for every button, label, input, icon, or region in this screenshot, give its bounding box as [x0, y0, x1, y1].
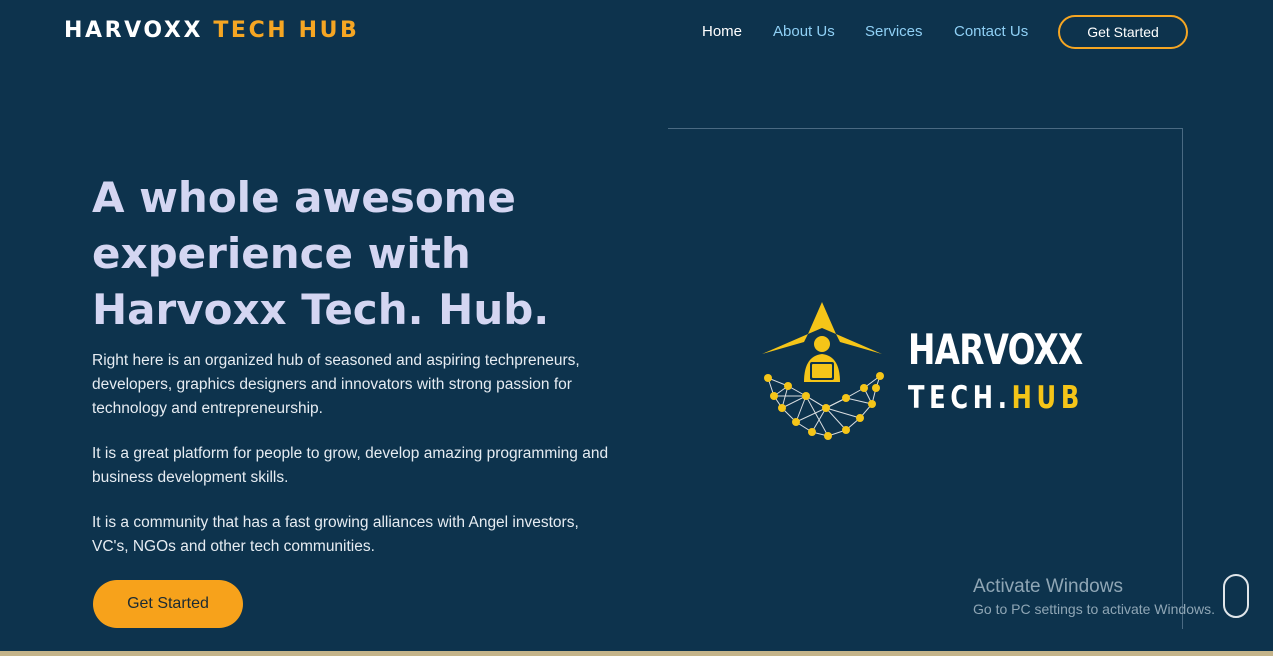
top-navbar: HARVOXX TECH HUB Home About Us Services …	[0, 0, 1273, 64]
nav-link-contact-us[interactable]: Contact Us	[954, 23, 1028, 40]
logo-wordmark-tech: TECH.	[908, 380, 1012, 416]
bottom-strip	[0, 651, 1273, 656]
activate-windows-subtitle: Go to PC settings to activate Windows.	[973, 601, 1215, 617]
hero-get-started-button[interactable]: Get Started	[93, 580, 243, 628]
brand-name-part1: HARVOXX	[64, 18, 204, 43]
nav-link-home[interactable]: Home	[702, 23, 742, 40]
brand-logo-text[interactable]: HARVOXX TECH HUB	[64, 18, 359, 43]
hero-paragraph-3: It is a community that has a fast growin…	[92, 514, 579, 555]
hero-paragraph-2: It is a great platform for people to gro…	[92, 445, 609, 486]
logo-wordmark-line2: TECH.HUB	[908, 380, 1084, 416]
nav-get-started-button[interactable]: Get Started	[1058, 15, 1188, 49]
hero-title: A whole awesome experience with Harvoxx …	[92, 173, 550, 334]
nav-link-about-us[interactable]: About Us	[773, 23, 835, 40]
scroll-indicator[interactable]	[1223, 574, 1249, 618]
hero-paragraph-1: Right here is an organized hub of season…	[92, 352, 580, 417]
brand-name-part2: TECH HUB	[213, 18, 360, 43]
nav-link-services[interactable]: Services	[865, 23, 923, 40]
logo-wordmark-line1: HARVOXX	[908, 325, 1083, 374]
logo-wordmark-hub: HUB	[1011, 380, 1084, 416]
activate-windows-title: Activate Windows	[973, 576, 1123, 597]
